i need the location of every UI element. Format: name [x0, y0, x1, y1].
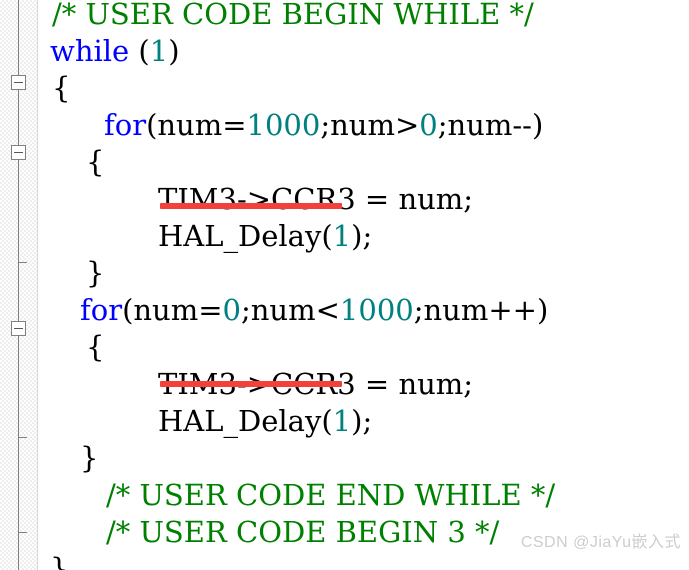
code-token-keyword: while: [50, 34, 130, 68]
code-token-plain: HAL_Delay(: [158, 404, 333, 438]
code-token-keyword: for: [104, 108, 147, 142]
code-token-plain: (num=: [122, 293, 223, 327]
code-token-plain: );: [351, 404, 373, 438]
code-token-plain: TIM3->CCR3 = num;: [158, 182, 474, 216]
code-line: HAL_Delay(1);: [158, 403, 372, 440]
watermark-text: CSDN @JiaYu嵌入式: [520, 534, 681, 551]
code-token-plain: ;num++): [413, 293, 549, 327]
fold-tick-function-end: [19, 532, 27, 533]
code-token-plain: HAL_Delay(: [158, 219, 333, 253]
code-token-plain: (: [129, 34, 150, 68]
fold-tick-second-end: [19, 437, 27, 438]
code-text-area[interactable]: /* USER CODE BEGIN WHILE */while (1){for…: [38, 0, 689, 570]
code-token-comment: /* USER CODE BEGIN WHILE */: [52, 0, 534, 31]
underline-tim3-ccr3-second: [160, 381, 342, 387]
code-token-plain: }: [50, 552, 69, 570]
code-token-plain: }: [86, 256, 105, 290]
code-token-keyword: for: [80, 293, 123, 327]
code-token-comment: /* USER CODE BEGIN 3 */: [106, 515, 500, 549]
code-line: {: [86, 329, 104, 366]
code-token-number: 1000: [339, 293, 414, 327]
code-token-plain: ;num--): [437, 108, 544, 142]
fold-box-for-first-icon[interactable]: [11, 145, 26, 160]
code-token-plain: }: [80, 441, 99, 475]
code-token-number: 0: [419, 108, 438, 142]
code-token-number: 1: [149, 34, 169, 68]
code-token-plain: );: [351, 219, 373, 253]
fold-box-while-icon[interactable]: [11, 75, 26, 90]
fold-tick-first-end: [19, 262, 27, 263]
code-token-number: 1000: [246, 108, 321, 142]
code-token-number: 1: [332, 219, 352, 253]
code-token-number: 0: [222, 293, 241, 327]
code-token-plain: ;num>: [320, 108, 420, 142]
code-token-comment: /* USER CODE END WHILE */: [106, 478, 556, 512]
code-line: for(num=1000;num>0;num--): [104, 107, 543, 144]
code-token-plain: {: [86, 145, 105, 179]
code-line: for(num=0;num<1000;num++): [80, 292, 548, 329]
code-line: TIM3->CCR3 = num;: [158, 181, 473, 218]
code-line: {: [52, 70, 70, 107]
code-token-number: 1: [332, 404, 352, 438]
code-token-plain: ): [168, 34, 180, 68]
code-line: {: [86, 144, 104, 181]
code-line: /* USER CODE BEGIN WHILE */: [52, 0, 534, 33]
code-line: /* USER CODE BEGIN 3 */: [106, 514, 499, 551]
code-token-plain: {: [52, 71, 71, 105]
code-line: }: [86, 255, 104, 292]
code-line: HAL_Delay(1);: [158, 218, 372, 255]
editor-gutter[interactable]: [0, 0, 38, 570]
underline-tim3-ccr3-first: [160, 203, 342, 209]
code-token-plain: ;num<: [240, 293, 340, 327]
code-line: while (1): [50, 33, 180, 70]
code-token-plain: (num=: [146, 108, 247, 142]
code-token-plain: {: [86, 330, 105, 364]
fold-box-for-second-icon[interactable]: [11, 321, 26, 336]
code-line: }: [50, 551, 68, 570]
code-editor-screenshot: /* USER CODE BEGIN WHILE */while (1){for…: [0, 0, 689, 570]
code-line: }: [80, 440, 98, 477]
code-line: /* USER CODE END WHILE */: [106, 477, 555, 514]
